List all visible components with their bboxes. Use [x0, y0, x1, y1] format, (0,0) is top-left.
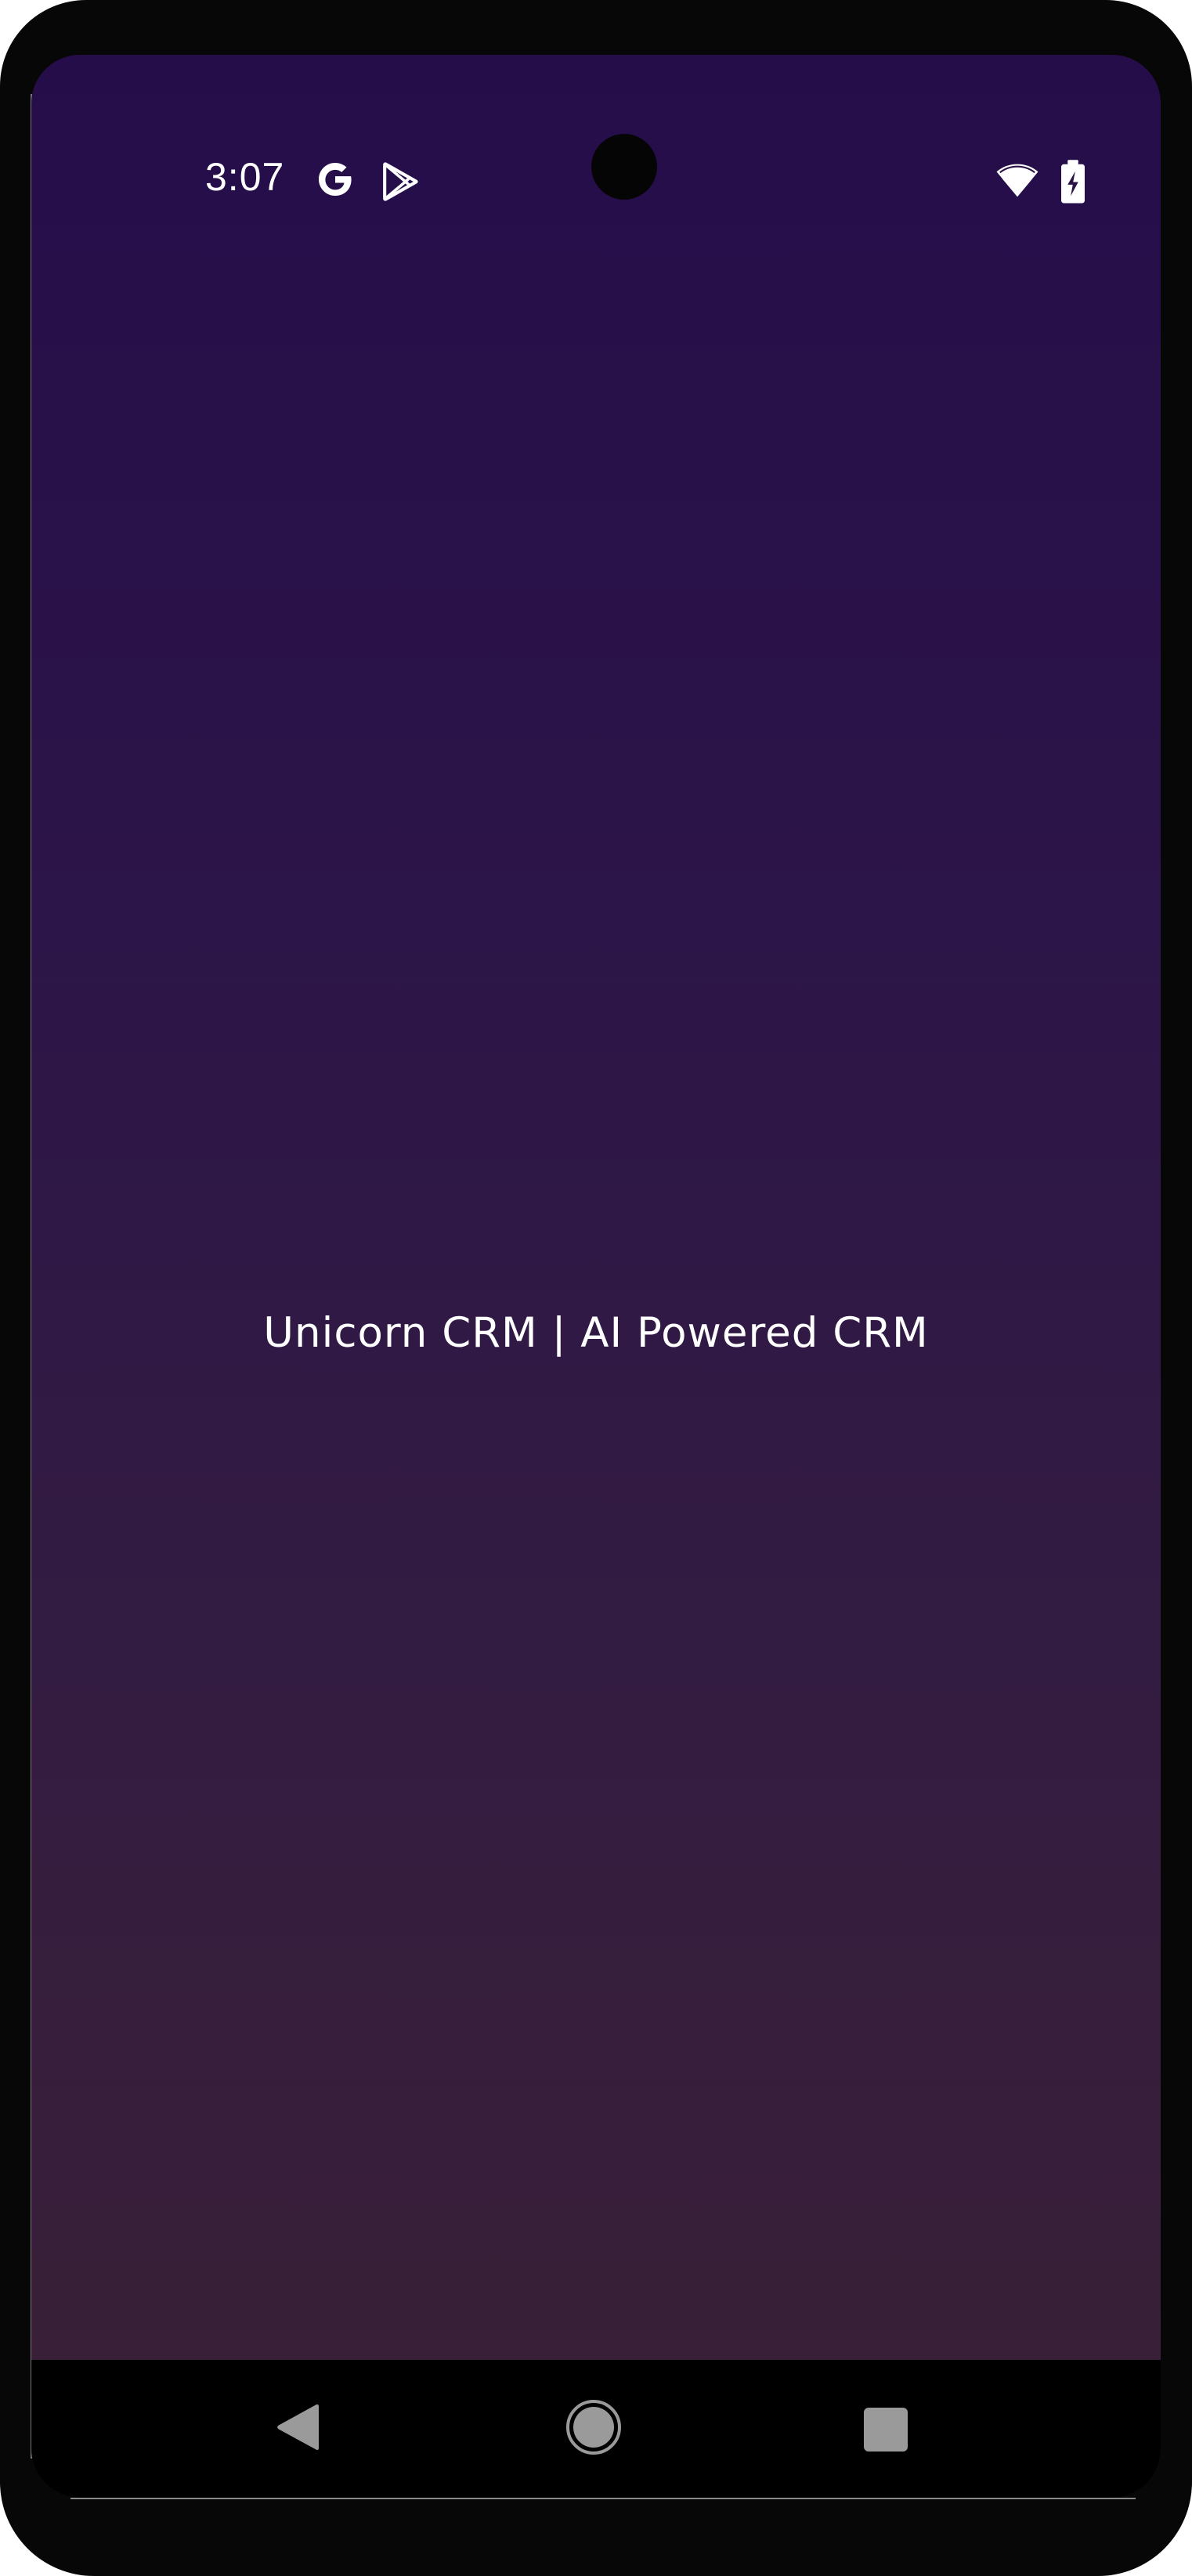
wifi-icon: [996, 164, 1038, 197]
splash-screen: 3:07 Unicorn CRM | AI Powered CRM: [31, 55, 1161, 2498]
back-icon[interactable]: [274, 2401, 321, 2454]
frame-edge-bottom: [70, 2498, 1136, 2499]
status-time: 3:07: [205, 155, 285, 199]
front-camera-cutout: [591, 134, 657, 200]
battery-charging-icon: [1061, 160, 1085, 204]
recents-icon[interactable]: [863, 2407, 908, 2452]
app-title: Unicorn CRM | AI Powered CRM: [263, 1309, 929, 1357]
play-store-icon: [383, 162, 418, 201]
home-icon[interactable]: [565, 2399, 622, 2455]
device-frame: 3:07 Unicorn CRM | AI Powered CRM: [0, 0, 1192, 2576]
google-g-icon: [318, 162, 352, 197]
navigation-bar: [31, 2360, 1161, 2498]
